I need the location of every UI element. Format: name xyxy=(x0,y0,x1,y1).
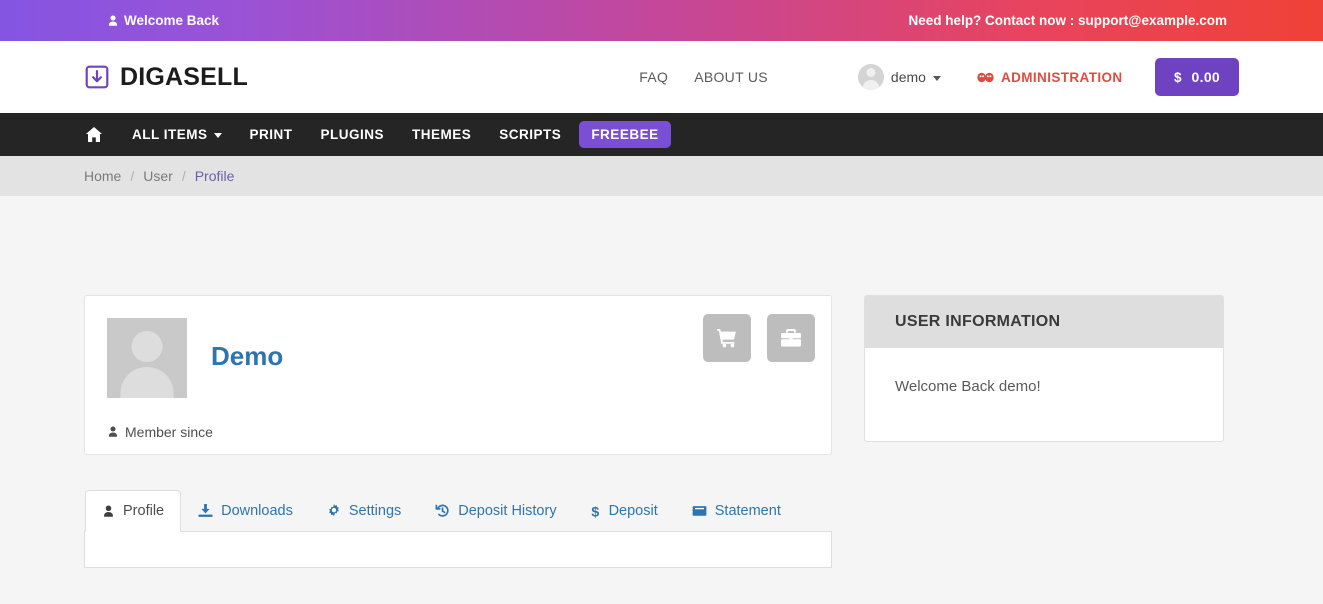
briefcase-icon xyxy=(781,329,801,347)
svg-text:$: $ xyxy=(591,504,599,519)
profile-column: Demo Member since Profile Downloads Sett… xyxy=(84,295,832,568)
dollar-icon: $ xyxy=(1174,70,1183,85)
user-information-body: Welcome Back demo! xyxy=(895,378,1041,395)
nav-home[interactable] xyxy=(84,113,118,156)
announcement-bar: Welcome Back Need help? Contact now : su… xyxy=(0,0,1323,41)
nav-freebee[interactable]: FREEBEE xyxy=(579,121,671,148)
profile-card: Demo Member since xyxy=(84,295,832,455)
user-information-title: USER INFORMATION xyxy=(865,296,1223,348)
cart-button[interactable] xyxy=(703,314,751,362)
tab-deposit[interactable]: $ Deposit xyxy=(574,490,675,532)
breadcrumb-separator: / xyxy=(130,168,135,184)
tab-deposit-history-label: Deposit History xyxy=(458,503,557,519)
user-information-panel: USER INFORMATION Welcome Back demo! xyxy=(864,295,1224,442)
tab-settings-label: Settings xyxy=(348,503,402,519)
site-header: DIGASELL FAQ ABOUT US demo ADMINISTRATIO… xyxy=(0,41,1323,113)
tab-content-panel xyxy=(84,532,832,568)
user-menu[interactable]: demo xyxy=(857,64,941,90)
user-icon xyxy=(102,504,115,518)
nav-all-items-label: ALL ITEMS xyxy=(132,127,208,142)
chevron-down-icon xyxy=(932,75,941,81)
main-navigation: ALL ITEMS PRINT PLUGINS THEMES SCRIPTS F… xyxy=(0,113,1323,156)
tab-downloads-label: Downloads xyxy=(221,503,293,519)
breadcrumb-item-user[interactable]: User xyxy=(143,168,173,184)
header-nav-faq[interactable]: FAQ xyxy=(639,69,668,85)
tab-profile[interactable]: Profile xyxy=(85,490,182,532)
sidebar-column: USER INFORMATION Welcome Back demo! xyxy=(864,295,1224,568)
tab-statement-label: Statement xyxy=(714,503,781,519)
profile-tabs-wrapper: Profile Downloads Settings Deposit Histo… xyxy=(84,490,832,568)
chevron-down-icon xyxy=(213,133,222,138)
tab-downloads[interactable]: Downloads xyxy=(181,490,310,532)
tab-settings[interactable]: Settings xyxy=(310,490,418,532)
nav-plugins[interactable]: PLUGINS xyxy=(307,113,399,156)
breadcrumb: Home / User / Profile xyxy=(0,156,1323,196)
header-nav-about-us[interactable]: ABOUT US xyxy=(694,69,768,85)
administration-link[interactable]: ADMINISTRATION xyxy=(977,70,1123,85)
brand-name: DIGASELL xyxy=(120,62,248,91)
dollar-icon: $ xyxy=(591,504,601,519)
breadcrumb-separator: / xyxy=(181,168,186,184)
welcome-message: Welcome Back xyxy=(107,13,219,28)
breadcrumb-item-profile: Profile xyxy=(194,168,235,184)
profile-tabs: Profile Downloads Settings Deposit Histo… xyxy=(84,490,832,532)
administration-label: ADMINISTRATION xyxy=(1000,69,1123,85)
book-icon xyxy=(692,505,707,518)
balance-amount: 0.00 xyxy=(1191,69,1220,85)
nav-all-items[interactable]: ALL ITEMS xyxy=(118,113,236,156)
briefcase-button[interactable] xyxy=(767,314,815,362)
user-avatar-icon xyxy=(857,64,884,90)
tab-profile-label: Profile xyxy=(123,503,165,519)
page-content: Demo Member since Profile Downloads Sett… xyxy=(69,196,1254,568)
member-since: Member since xyxy=(107,424,809,454)
home-icon xyxy=(86,127,102,142)
nav-print[interactable]: PRINT xyxy=(236,113,307,156)
balance-button[interactable]: $ 0.00 xyxy=(1154,58,1239,96)
user-placeholder-icon xyxy=(107,318,187,398)
history-icon xyxy=(435,504,450,518)
welcome-text: Welcome Back xyxy=(124,13,220,28)
admin-mask-icon xyxy=(977,70,994,85)
breadcrumb-item-home[interactable]: Home xyxy=(84,168,121,184)
gear-icon xyxy=(327,504,341,518)
user-icon xyxy=(107,14,119,27)
svg-text:$: $ xyxy=(1174,70,1182,85)
profile-name: Demo xyxy=(211,341,284,371)
user-menu-label: demo xyxy=(890,69,926,85)
profile-card-actions xyxy=(703,314,815,362)
brand-logo[interactable]: DIGASELL xyxy=(84,63,248,92)
download-icon xyxy=(198,504,213,518)
header-nav: FAQ ABOUT US xyxy=(639,69,768,85)
nav-themes[interactable]: THEMES xyxy=(398,113,485,156)
nav-scripts[interactable]: SCRIPTS xyxy=(485,113,575,156)
shopping-cart-icon xyxy=(717,328,737,348)
tab-deposit-history[interactable]: Deposit History xyxy=(418,490,573,532)
tab-statement[interactable]: Statement xyxy=(675,490,798,532)
contact-info: Need help? Contact now : support@example… xyxy=(908,13,1227,28)
download-box-icon xyxy=(84,64,110,90)
user-icon xyxy=(107,426,119,438)
member-since-label: Member since xyxy=(125,424,213,440)
tab-deposit-label: Deposit xyxy=(608,503,658,519)
